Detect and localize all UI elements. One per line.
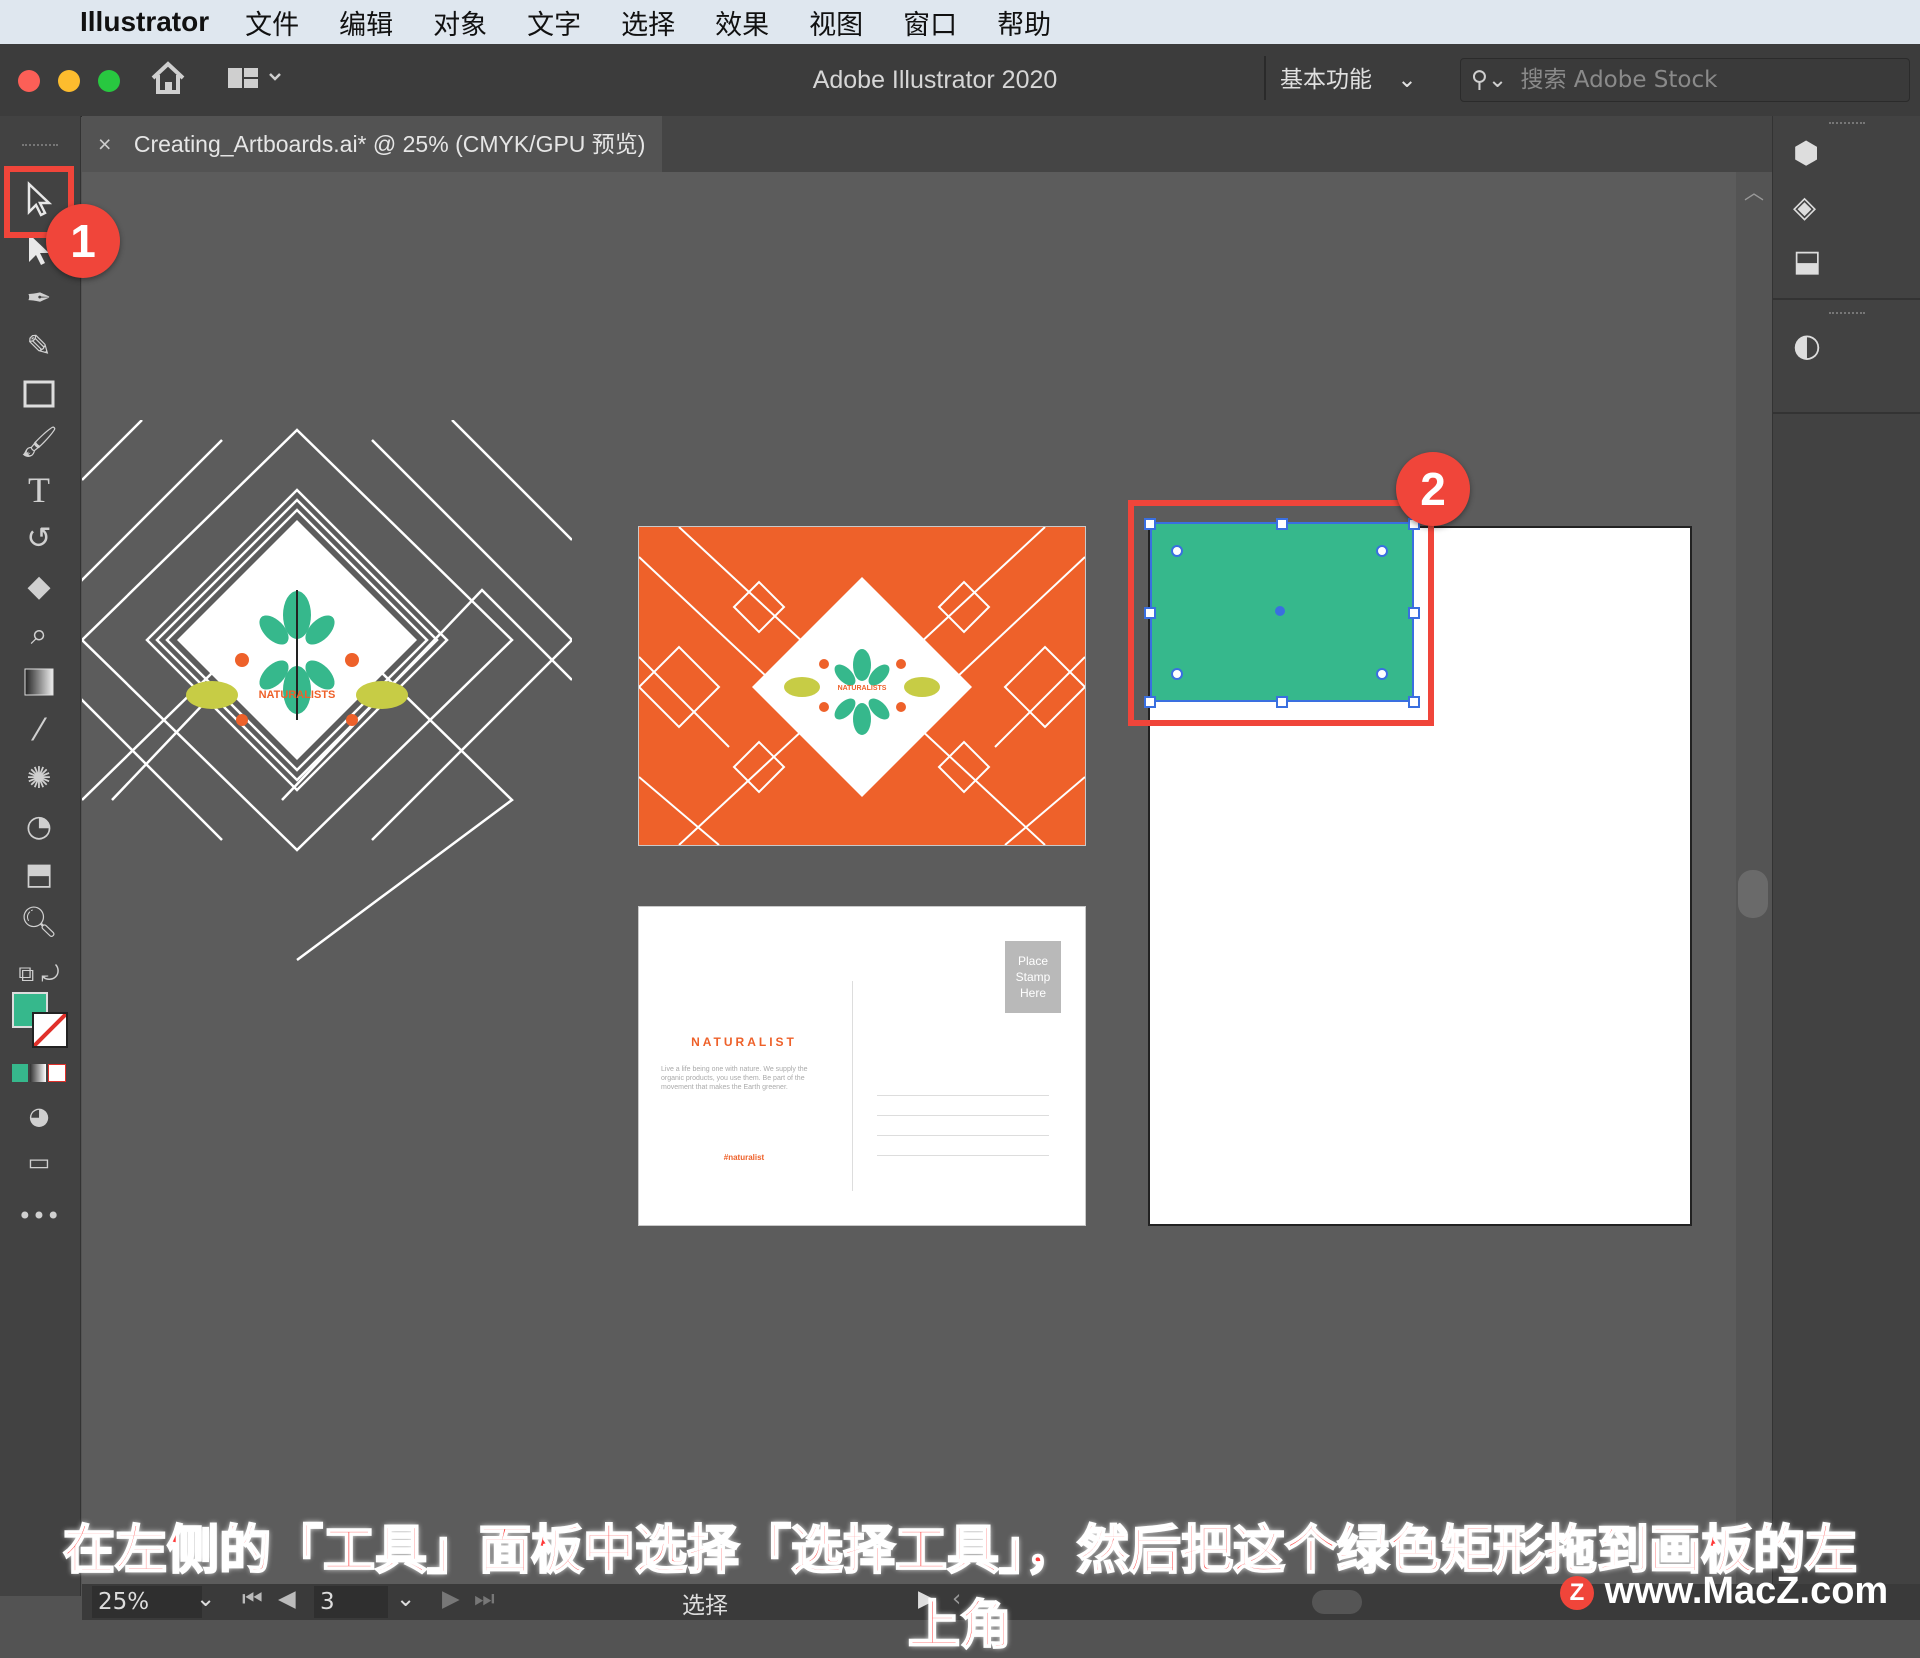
divider xyxy=(1264,56,1266,100)
rectangle-tool-icon[interactable] xyxy=(14,374,64,414)
eyedropper-icon[interactable]: ⁄ xyxy=(14,710,64,750)
step-badge-1: 1 xyxy=(46,204,120,278)
eraser-icon[interactable]: ◆ xyxy=(14,566,64,606)
swap-fill-stroke-icon[interactable]: ⧉ ⤾ xyxy=(14,954,64,994)
chevron-down-icon[interactable]: ⌄ xyxy=(396,1586,415,1612)
chevron-down-icon[interactable]: ⌄ xyxy=(196,1586,215,1612)
close-tab-icon[interactable]: × xyxy=(98,131,111,157)
panel-grip xyxy=(1829,122,1865,124)
logo-text: NATURALISTS xyxy=(259,689,336,701)
zoom-tool-icon[interactable]: 🔍︎ xyxy=(14,902,64,942)
menu-window[interactable]: 窗口 xyxy=(903,3,957,42)
screen-mode-icon[interactable]: ▭ xyxy=(14,1142,64,1182)
current-tool-label: 选择 xyxy=(682,1593,728,1619)
shape-builder-icon[interactable]: ◔ xyxy=(14,806,64,846)
layers-icon[interactable]: ◈ xyxy=(1793,190,1816,225)
more-tools-icon[interactable]: ••• xyxy=(14,1196,64,1236)
zoom-field[interactable]: 25% xyxy=(92,1586,202,1618)
card-logo-text: NATURALISTS xyxy=(838,685,887,692)
step-badge-2: 2 xyxy=(1396,452,1470,526)
address-line xyxy=(877,1115,1049,1116)
divider xyxy=(852,981,853,1191)
chevron-down-icon: ⌄ xyxy=(1397,67,1417,93)
tutorial-caption: 在左侧的「工具」面板中选择「选择工具」，然后把这个绿色矩形拖到画板的左上角 xyxy=(62,1520,1858,1657)
document-tab-label: Creating_Artboards.ai* @ 25% (CMYK/GPU 预… xyxy=(133,131,646,157)
draw-mode-icon[interactable]: ◕ xyxy=(14,1096,64,1136)
right-panel-dock: ⬢ ◈ ⬓ ◐ xyxy=(1772,116,1920,1596)
next-artboard-icon[interactable]: ▶ xyxy=(442,1586,460,1612)
libraries-icon[interactable]: ⬢ xyxy=(1793,136,1819,171)
menu-view[interactable]: 视图 xyxy=(809,3,863,42)
artboard-tool-icon[interactable]: ⬒ xyxy=(14,854,64,894)
rotate-tool-icon[interactable]: ↺ xyxy=(14,518,64,558)
address-line xyxy=(877,1095,1049,1096)
menu-edit[interactable]: 编辑 xyxy=(339,3,393,42)
watermark: Z www.MacZ.com xyxy=(1560,1570,1888,1613)
postcard-body: Live a life being one with nature. We su… xyxy=(661,1066,808,1091)
width-tool-icon[interactable]: ⌕ xyxy=(14,614,64,654)
postcard-heading: NATURALIST xyxy=(691,1035,797,1049)
color-mode-buttons[interactable] xyxy=(12,1064,66,1082)
divider xyxy=(1773,298,1920,300)
last-artboard-icon[interactable]: ⏭ xyxy=(474,1586,495,1612)
workspace-label: 基本功能 xyxy=(1280,67,1372,93)
first-artboard-icon[interactable]: ⏮ xyxy=(242,1586,263,1612)
orange-card-artboard[interactable]: NATURALISTS xyxy=(638,526,1086,846)
workspace-switcher[interactable]: 基本功能 ⌄ xyxy=(1280,60,1417,100)
stroke-swatch[interactable] xyxy=(32,1012,68,1048)
divider xyxy=(1773,412,1920,414)
menu-object[interactable]: 对象 xyxy=(433,3,487,42)
search-placeholder: 搜索 Adobe Stock xyxy=(1520,67,1718,93)
horizontal-scrollbar-thumb[interactable] xyxy=(1312,1590,1362,1614)
pen-tool-icon[interactable]: ✒ xyxy=(14,278,64,318)
macz-logo-icon: Z xyxy=(1560,1575,1594,1610)
scroll-up-icon[interactable]: ︿ xyxy=(1744,176,1764,205)
address-line xyxy=(877,1135,1049,1136)
panel-grip xyxy=(1829,312,1865,314)
artboards-panel-icon[interactable]: ⬓ xyxy=(1793,244,1821,279)
puppet-warp-icon[interactable]: ✺ xyxy=(14,758,64,798)
color-guide-icon[interactable]: ◐ xyxy=(1793,326,1821,364)
stamp-placeholder: Place Stamp Here xyxy=(1005,941,1061,1013)
prev-artboard-icon[interactable]: ◀ xyxy=(278,1586,296,1612)
menu-app-name[interactable]: Illustrator xyxy=(80,6,209,38)
stock-search-input[interactable]: ⚲⌄ 搜索 Adobe Stock xyxy=(1460,58,1910,102)
document-tab[interactable]: × Creating_Artboards.ai* @ 25% (CMYK/GPU… xyxy=(82,116,662,172)
paintbrush-icon[interactable]: 🖌 xyxy=(14,422,64,462)
menu-select[interactable]: 选择 xyxy=(621,3,675,42)
artboard-number-field[interactable]: 3 xyxy=(314,1586,388,1618)
postcard-hashtag: #naturalist xyxy=(723,1153,765,1162)
panel-grip xyxy=(22,144,58,148)
curvature-tool-icon[interactable]: ✎ xyxy=(14,326,64,366)
type-tool-icon[interactable]: T xyxy=(14,470,64,510)
menu-help[interactable]: 帮助 xyxy=(997,3,1051,42)
postcard-artboard[interactable]: NATURALIST Live a life being one with na… xyxy=(638,906,1086,1226)
gradient-icon[interactable] xyxy=(14,662,64,702)
menu-effect[interactable]: 效果 xyxy=(715,3,769,42)
tools-panel: ✒ ✎ 🖌 T ↺ ◆ ⌕ ⁄ ✺ ◔ ⬒ 🔍︎ ⧉ ⤾ ◕ ▭ ••• xyxy=(0,116,81,1596)
mac-menu-bar: Illustrator 文件 编辑 对象 文字 选择 效果 视图 窗口 帮助 xyxy=(0,0,1920,44)
highlight-green-rectangle xyxy=(1128,500,1434,726)
search-icon: ⚲⌄ xyxy=(1471,67,1508,93)
menu-type[interactable]: 文字 xyxy=(527,3,581,42)
logo-artwork[interactable]: NATURALISTS xyxy=(82,420,572,970)
address-line xyxy=(877,1155,1049,1156)
menu-file[interactable]: 文件 xyxy=(245,3,299,42)
scrollbar-thumb[interactable] xyxy=(1738,870,1768,918)
